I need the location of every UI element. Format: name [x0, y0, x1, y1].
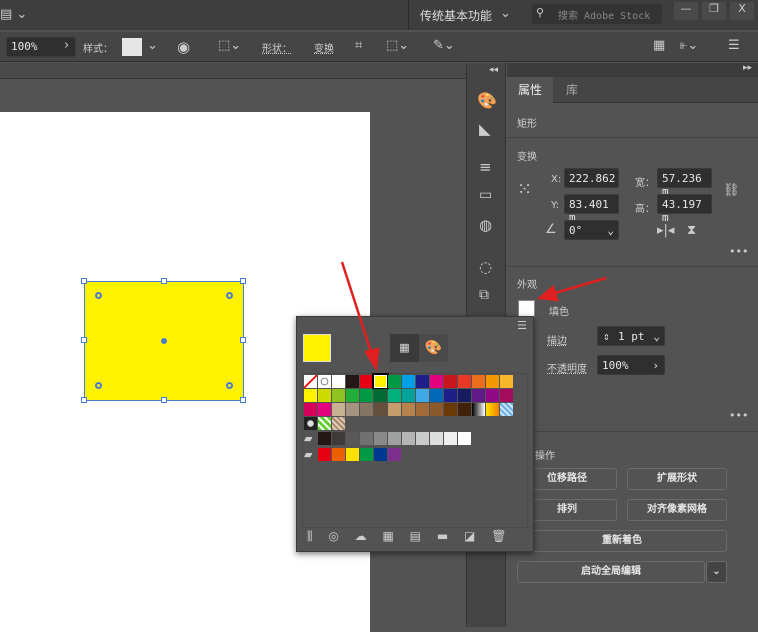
arrow-to-swatch [340, 261, 374, 356]
arrow-to-fill [551, 276, 607, 296]
arrow-head [364, 347, 380, 372]
arrow-head [536, 284, 559, 302]
annotation-arrows [340, 261, 607, 372]
